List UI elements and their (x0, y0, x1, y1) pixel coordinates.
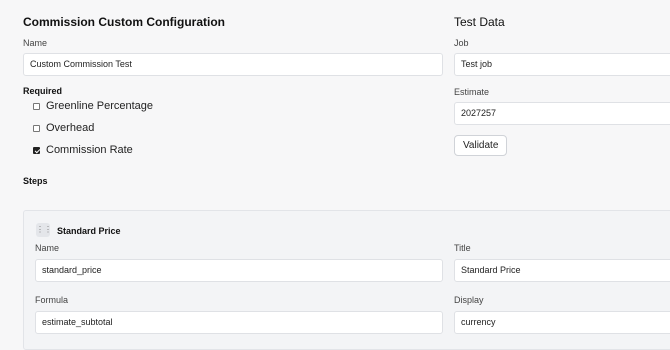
display-label: Display (454, 295, 484, 305)
drag-handle-icon[interactable]: ⋮⋮ (36, 223, 52, 237)
formula-label: Formula (35, 295, 69, 305)
commission-rate-checkbox[interactable] (33, 146, 40, 154)
validate-button[interactable]: Validate (454, 135, 508, 156)
estimate-label: Estimate (454, 87, 490, 97)
step-heading: Standard Price (57, 226, 121, 236)
commission-rate-label: Commission Rate (46, 144, 133, 156)
estimate-field[interactable]: 2027257 (454, 102, 670, 125)
overhead-option[interactable]: Overhead (33, 122, 94, 134)
step-name-field[interactable]: standard_price (35, 259, 443, 282)
greenline-percentage-option[interactable]: Greenline Percentage (33, 100, 153, 112)
name-field[interactable]: Custom Commission Test (23, 53, 443, 76)
step-title-label: Title (454, 243, 471, 253)
formula-field[interactable]: estimate_subtotal (35, 311, 443, 334)
required-label: Required (23, 86, 63, 96)
test-data-title: Test Data (454, 15, 505, 29)
step-name-label: Name (35, 243, 60, 253)
page-title: Commission Custom Configuration (23, 15, 225, 29)
job-label: Job (454, 38, 469, 48)
greenline-percentage-label: Greenline Percentage (46, 100, 154, 112)
overhead-checkbox[interactable] (33, 124, 40, 132)
commission-rate-option[interactable]: Commission Rate (33, 144, 133, 156)
steps-title: Steps (23, 176, 48, 186)
name-label: Name (23, 38, 48, 48)
greenline-percentage-checkbox[interactable] (33, 102, 40, 110)
overhead-label: Overhead (46, 122, 95, 134)
display-field[interactable]: currency (454, 311, 670, 334)
job-field[interactable]: Test job (454, 53, 670, 76)
step-title-field[interactable]: Standard Price (454, 259, 670, 282)
